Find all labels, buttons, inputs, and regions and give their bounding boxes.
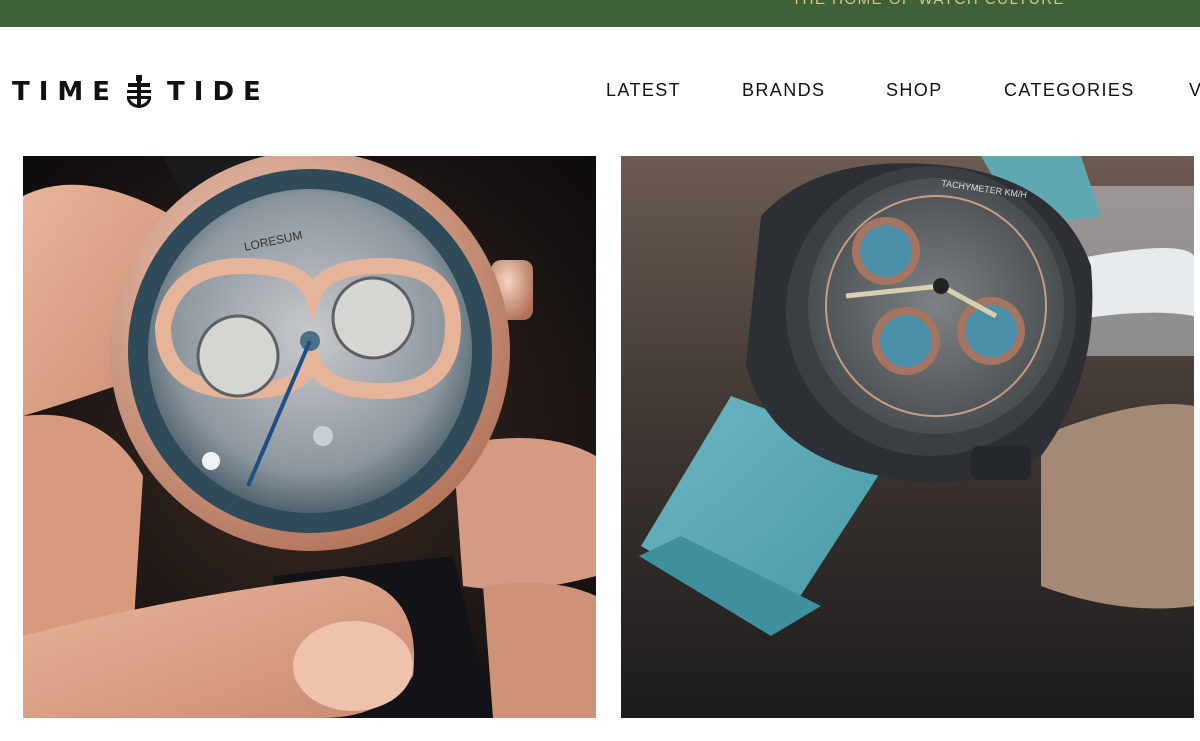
nav-item-latest[interactable]: LATEST <box>606 80 681 101</box>
main-nav: LATEST BRANDS SHOP CATEGORIES V <box>0 80 1200 104</box>
watch-photo-right[interactable]: TACHYMETER KM/H <box>621 156 1194 718</box>
nav-item-truncated[interactable]: V <box>1189 80 1200 101</box>
nav-item-categories[interactable]: CATEGORIES <box>1004 80 1135 101</box>
site-header: TIME TIDE LATEST BRANDS SHOP CATEGORIES … <box>0 27 1200 155</box>
top-banner: THE HOME OF WATCH CULTURE <box>0 0 1200 27</box>
banner-tagline: THE HOME OF WATCH CULTURE <box>792 0 1065 8</box>
watch-photo-left[interactable]: LORESUM <box>23 156 596 718</box>
nav-item-shop[interactable]: SHOP <box>886 80 943 101</box>
nav-item-brands[interactable]: BRANDS <box>742 80 825 101</box>
